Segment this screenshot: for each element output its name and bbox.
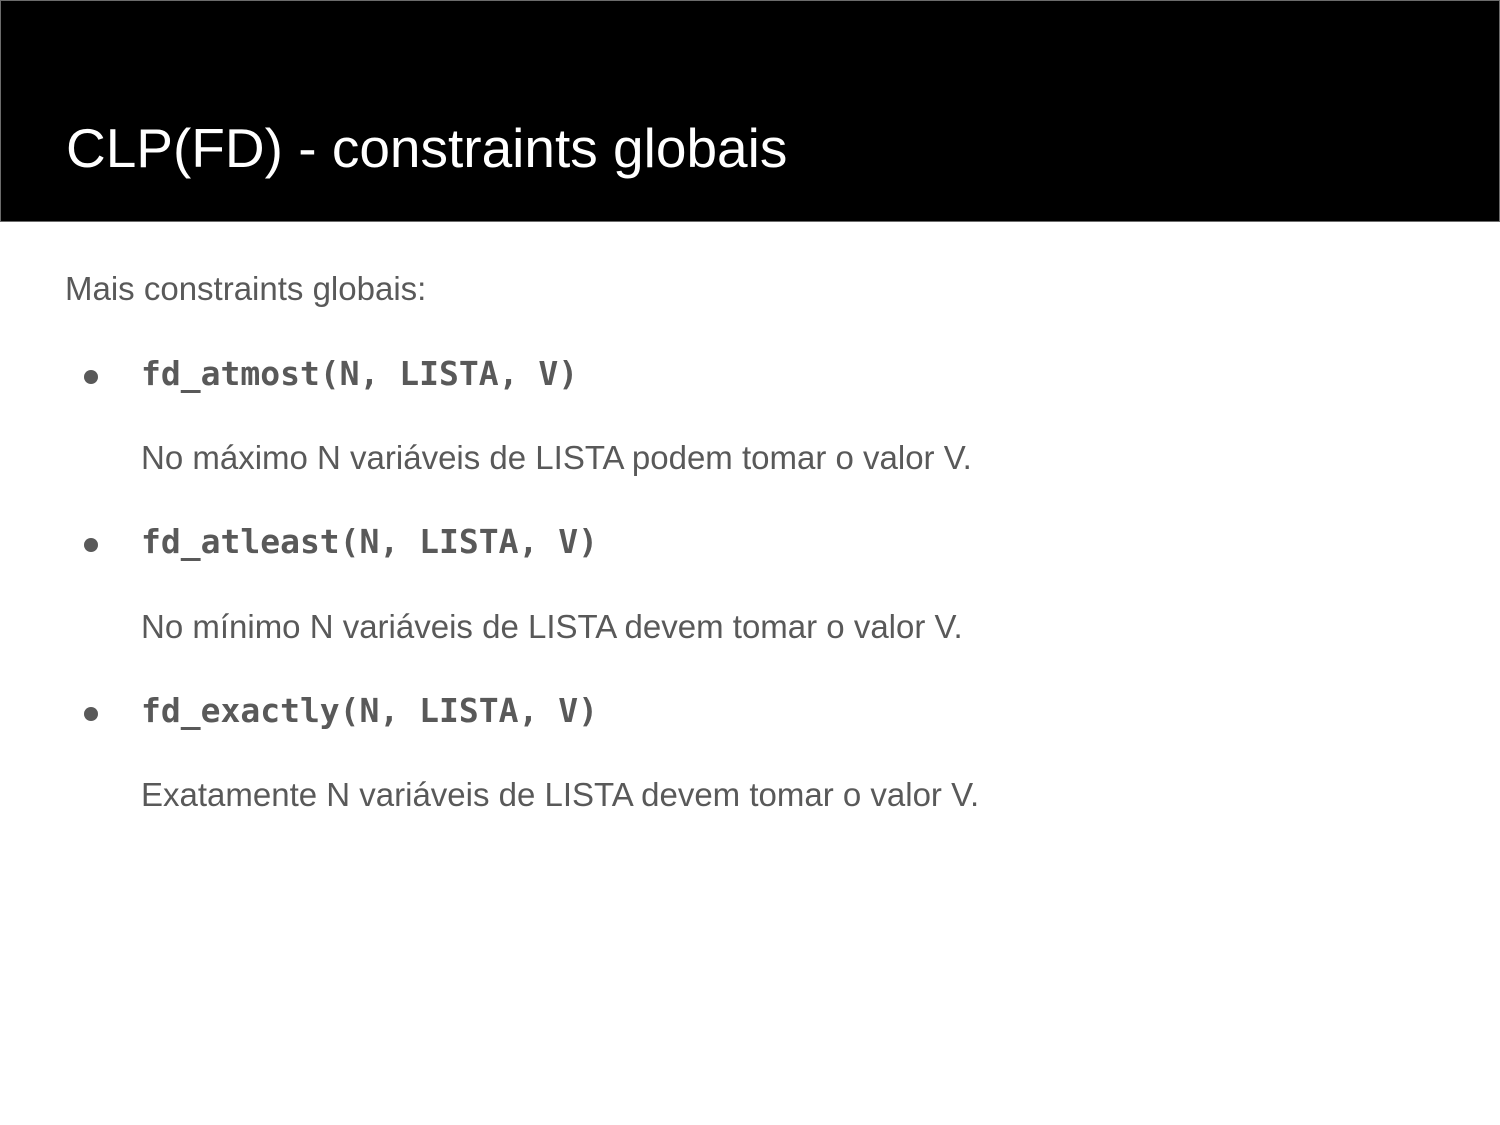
bullet-icon xyxy=(84,538,98,552)
intro-text: Mais constraints globais: xyxy=(65,270,427,307)
slide-title: CLP(FD) - constraints globais xyxy=(66,117,788,179)
constraint-description: No mínimo N variáveis de LISTA devem tom… xyxy=(141,608,963,645)
constraint-signature: fd_atmost(N, LISTA, V) xyxy=(141,354,579,393)
bullet-icon xyxy=(84,370,98,384)
constraint-description: No máximo N variáveis de LISTA podem tom… xyxy=(141,439,972,476)
constraint-signature: fd_exactly(N, LISTA, V) xyxy=(141,691,598,730)
constraint-signature: fd_atleast(N, LISTA, V) xyxy=(141,522,598,561)
constraint-description: Exatamente N variáveis de LISTA devem to… xyxy=(141,776,980,813)
bullet-icon xyxy=(84,707,98,721)
slide: CLP(FD) - constraints globais Mais const… xyxy=(0,0,1500,1125)
title-bar: CLP(FD) - constraints globais xyxy=(0,0,1500,222)
